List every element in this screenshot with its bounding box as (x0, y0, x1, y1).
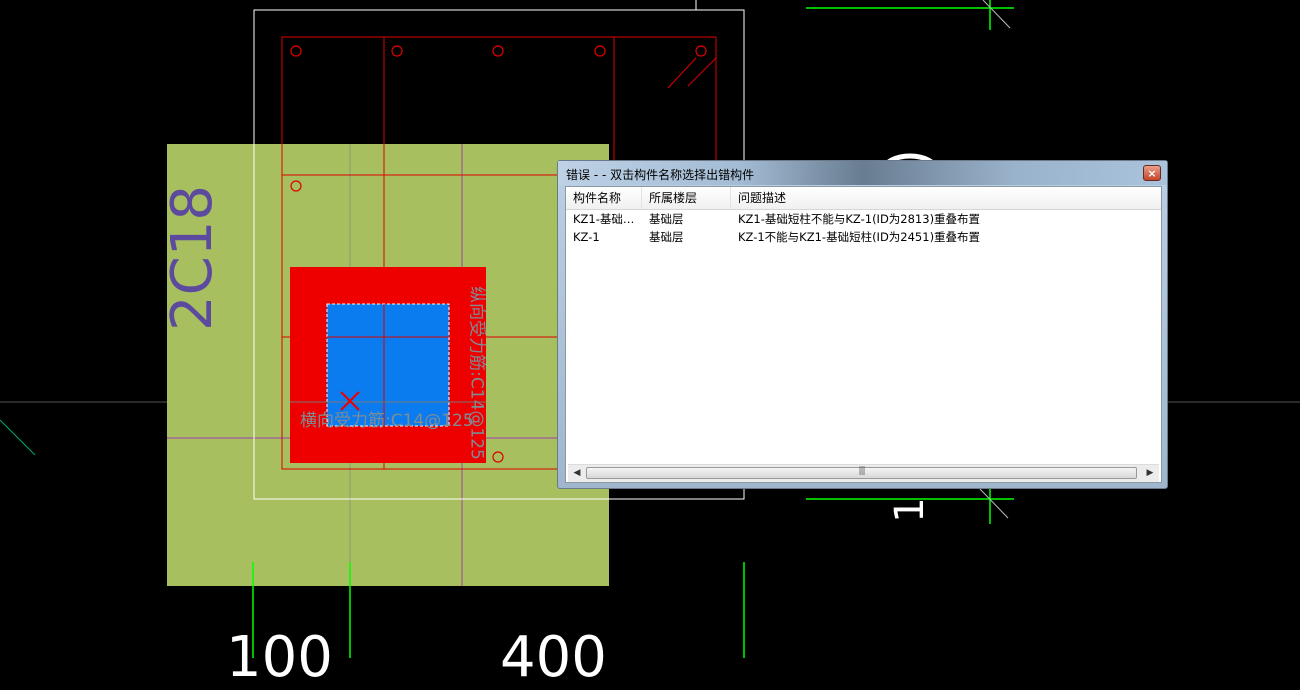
row-desc-cell: KZ1-基础短柱不能与KZ-1(ID为2813)重叠布置 (738, 212, 981, 226)
axis-tick-top (982, 0, 1011, 29)
rebar-label-2c18: 2C18 (160, 185, 225, 331)
horizontal-rebar-label: 横向受力筋:C14@125 (300, 411, 474, 431)
dimension-side: 1 (887, 497, 933, 523)
row-name-cell[interactable]: KZ-1 (566, 229, 642, 246)
close-button[interactable]: × (1143, 165, 1161, 181)
table-row[interactable]: KZ1-基础短柱 基础层 KZ1-基础短柱不能与KZ-1(ID为2813)重叠布… (566, 211, 1161, 228)
scroll-right-arrow-icon[interactable]: ▶ (1143, 465, 1157, 482)
rebar-dot (594, 45, 606, 57)
column-header-floor[interactable]: 所属楼层 (642, 187, 731, 209)
axis-diagonal (0, 419, 36, 456)
row-name-cell[interactable]: KZ1-基础短柱 (566, 211, 642, 228)
table-header: 构件名称 所属楼层 问题描述 (566, 187, 1161, 210)
scroll-thumb[interactable]: ||| (586, 466, 1137, 479)
column-header-name[interactable]: 构件名称 (566, 187, 642, 209)
rebar-dot (391, 45, 403, 57)
dialog-titlebar[interactable]: 错误 - - 双击构件名称选择出错构件 × (558, 161, 1167, 185)
dialog-title: 错误 - - 双击构件名称选择出错构件 (566, 168, 755, 182)
rebar-dot (695, 45, 707, 57)
selected-column-core[interactable] (326, 303, 450, 427)
vertical-rebar-label: 纵向受力筋:C14@125 (466, 286, 487, 460)
table-row[interactable]: KZ-1 基础层 KZ-1不能与KZ1-基础短柱(ID为2451)重叠布置 (566, 229, 1161, 246)
error-list[interactable]: 构件名称 所属楼层 问题描述 KZ1-基础短柱 基础层 KZ1-基础短柱不能与K… (565, 186, 1162, 483)
horizontal-scrollbar[interactable]: ◀ ||| ▶ (568, 464, 1159, 482)
row-floor-cell: 基础层 (649, 230, 684, 244)
row-floor-cell: 基础层 (649, 212, 684, 226)
error-dialog[interactable]: 错误 - - 双击构件名称选择出错构件 × 构件名称 所属楼层 问题描述 KZ1… (557, 160, 1168, 489)
row-desc-cell: KZ-1不能与KZ1-基础短柱(ID为2451)重叠布置 (738, 230, 981, 244)
dimension-400: 400 (500, 625, 607, 690)
column-header-desc[interactable]: 问题描述 (731, 187, 1161, 209)
rebar-dot (492, 45, 504, 57)
dimension-100: 100 (226, 625, 333, 690)
axis-tick-bottom (979, 488, 1009, 519)
scroll-left-arrow-icon[interactable]: ◀ (570, 465, 584, 482)
rebar-dot (290, 45, 302, 57)
scroll-grip-icon: ||| (858, 466, 865, 476)
rebar-hook-1 (667, 57, 697, 89)
